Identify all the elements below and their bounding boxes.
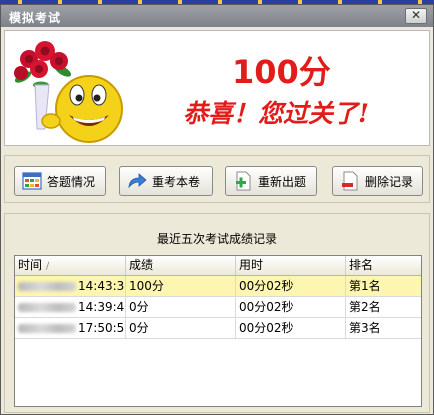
- window-title: 模拟考试: [9, 11, 62, 25]
- delete-records-label: 删除记录: [365, 174, 414, 189]
- cell-rank: 第2名: [349, 300, 381, 314]
- retake-exam-button[interactable]: 重考本卷: [119, 166, 213, 196]
- cell-score: 100分: [126, 276, 236, 296]
- records-title: 最近五次考试成绩记录: [156, 232, 277, 246]
- cell-time: 14:39:47: [15, 297, 126, 317]
- cell-rank: 第1名: [349, 279, 381, 293]
- redacted-date: [18, 324, 76, 333]
- table-row[interactable]: 14:43:38 100分 00分02秒 第1名: [15, 276, 421, 297]
- column-header-duration[interactable]: 用时: [236, 256, 346, 275]
- records-panel: 最近五次考试成绩记录 时间 ∕ 成绩 用时 排名 14:43:38 100分 0…: [4, 213, 430, 413]
- exam-dialog: 模拟考试 ✕ 100分 恭喜！您过关了! 答题情况 重考本卷 重新出题 删除记录…: [0, 4, 434, 415]
- cell-time: 14:43:38: [15, 276, 126, 296]
- table-header: 时间 ∕ 成绩 用时 排名: [15, 256, 421, 276]
- answer-status-label: 答题情况: [47, 174, 96, 189]
- column-header-time[interactable]: 时间 ∕: [15, 256, 126, 275]
- table-row[interactable]: 17:50:57 0分 00分02秒 第3名: [15, 318, 421, 339]
- cell-duration: 00分02秒: [236, 318, 346, 338]
- retake-exam-label: 重考本卷: [152, 174, 201, 189]
- cell-duration: 00分02秒: [236, 276, 346, 296]
- score-text: 100分: [232, 53, 331, 91]
- regenerate-questions-label: 重新出题: [258, 174, 307, 189]
- cell-time: 17:50:57: [15, 318, 126, 338]
- table-row[interactable]: 14:39:47 0分 00分02秒 第2名: [15, 297, 421, 318]
- delete-document-icon: [342, 171, 358, 191]
- cell-score: 0分: [126, 297, 236, 317]
- congratulations-text: 恭喜！您过关了!: [183, 99, 369, 128]
- sort-indicator-icon: ∕: [45, 261, 50, 272]
- new-document-icon: [236, 171, 251, 191]
- close-button[interactable]: ✕: [405, 8, 427, 24]
- records-table[interactable]: 时间 ∕ 成绩 用时 排名 14:43:38 100分 00分02秒 第1名 1…: [14, 255, 422, 407]
- smiley-with-roses-icon: [14, 41, 123, 143]
- regenerate-questions-button[interactable]: 重新出题: [225, 166, 317, 196]
- redacted-date: [18, 282, 76, 291]
- redacted-date: [18, 303, 76, 312]
- column-header-rank[interactable]: 排名: [346, 256, 421, 275]
- grid-icon: [22, 172, 42, 190]
- answer-status-button[interactable]: 答题情况: [14, 166, 106, 196]
- result-banner: 100分 恭喜！您过关了!: [4, 30, 430, 146]
- delete-records-button[interactable]: 删除记录: [332, 166, 423, 196]
- title-bar[interactable]: 模拟考试 ✕: [1, 5, 433, 27]
- cell-duration: 00分02秒: [236, 297, 346, 317]
- cell-score: 0分: [126, 318, 236, 338]
- cell-rank: 第3名: [349, 321, 381, 335]
- column-header-score[interactable]: 成绩: [126, 256, 236, 275]
- redo-arrow-icon: [128, 173, 147, 189]
- action-toolbar: 答题情况 重考本卷 重新出题 删除记录: [4, 155, 430, 203]
